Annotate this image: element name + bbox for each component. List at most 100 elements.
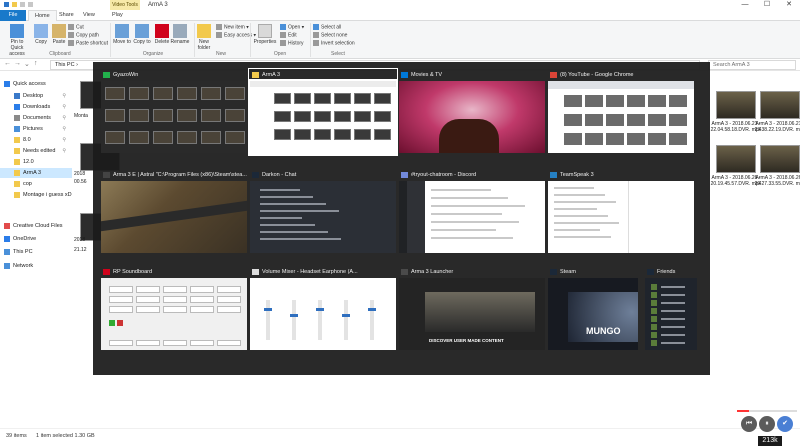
sound-slot[interactable] — [163, 286, 187, 293]
sound-slot[interactable] — [190, 286, 214, 293]
switcher-window-card[interactable]: TeamSpeak 3 — [548, 170, 694, 254]
edit-button[interactable]: Edit — [280, 32, 297, 38]
nav-item[interactable]: 12.0 — [0, 157, 72, 167]
close-button[interactable]: ✕ — [778, 0, 800, 10]
tab-share[interactable]: Share — [53, 10, 80, 21]
tab-play[interactable]: Play — [106, 10, 129, 21]
qat-dropdown-icon[interactable] — [28, 2, 33, 7]
switcher-window-card[interactable]: #tryout-chatroom - Discord — [399, 170, 545, 254]
switcher-window-preview[interactable]: DISCOVER USER MADE CONTENT — [399, 278, 545, 350]
config-button[interactable] — [136, 340, 160, 346]
volume-slider-track[interactable] — [344, 300, 348, 340]
nav-item[interactable]: Downloads ⚲ — [0, 102, 72, 112]
sound-slot[interactable] — [190, 306, 214, 313]
switcher-window-card[interactable]: Volume Mixer - Headset Earphone (A... — [250, 267, 396, 351]
volume-slider-thumb[interactable] — [316, 308, 324, 311]
file-name[interactable]: ArmA 3 - 2018.06.26 - 20.27.33.55.DVR. m… — [754, 175, 800, 187]
new-folder-button[interactable]: New folder — [196, 24, 212, 51]
recent-dropdown-icon[interactable]: ⌄ — [24, 60, 30, 68]
back-icon[interactable]: ← — [4, 60, 11, 67]
rename-button[interactable]: Rename — [170, 24, 190, 45]
switcher-window-card[interactable]: ArmA 3 — [248, 68, 398, 156]
video-thumbnail[interactable] — [716, 145, 756, 173]
nav-item[interactable]: ArmA 3 — [0, 168, 72, 178]
config-button[interactable] — [163, 340, 187, 346]
nav-item[interactable]: Network — [0, 261, 72, 271]
search-input[interactable]: Search ArmA 3 — [708, 60, 796, 70]
config-button[interactable] — [217, 340, 241, 346]
file-name[interactable]: ArmA 3 - 2018.06.21 - 23.38.22.19.DVR. m… — [754, 121, 800, 133]
switcher-window-preview[interactable] — [250, 181, 396, 253]
video-thumbnail[interactable] — [760, 145, 800, 173]
open-button[interactable]: Open ▾ — [280, 24, 304, 30]
history-button[interactable]: History — [280, 40, 304, 46]
pin-quick-access-button[interactable]: Pin to Quick access — [4, 24, 30, 57]
maximize-button[interactable]: ☐ — [756, 0, 778, 10]
sound-slot[interactable] — [163, 296, 187, 303]
sound-slot[interactable] — [163, 306, 187, 313]
switcher-window-card[interactable]: Darkon - Chat — [250, 170, 396, 254]
sound-slot[interactable] — [136, 286, 160, 293]
nav-item[interactable]: This PC — [0, 247, 72, 257]
nav-item[interactable]: 8.0 ⚲ — [0, 135, 72, 145]
switcher-window-card[interactable]: (8) YouTube - Google Chrome — [548, 70, 694, 154]
pause-icon[interactable]: ⏸ — [759, 416, 775, 432]
tab-view[interactable]: View — [77, 10, 101, 21]
nav-item[interactable]: OneDrive — [0, 234, 72, 244]
switcher-window-card[interactable]: GyazoWin — [101, 70, 247, 154]
forward-icon[interactable]: → — [14, 60, 21, 67]
volume-slider-track[interactable] — [318, 300, 322, 340]
volume-slider-track[interactable] — [370, 300, 374, 340]
sound-slot[interactable] — [109, 296, 133, 303]
switcher-window-preview[interactable] — [101, 278, 247, 350]
minimize-button[interactable]: — — [734, 0, 756, 10]
sound-slot[interactable] — [136, 306, 160, 313]
sound-slot[interactable] — [136, 296, 160, 303]
properties-button[interactable]: Properties — [252, 24, 278, 45]
nav-item[interactable]: cop — [0, 179, 72, 189]
switcher-window-preview[interactable] — [101, 181, 247, 253]
move-to-button[interactable]: Move to — [113, 24, 131, 45]
nav-item[interactable]: Quick access — [0, 79, 72, 89]
switcher-window-card[interactable]: Steam MUNGO — [548, 267, 638, 351]
save-icon[interactable] — [4, 2, 9, 7]
select-none-button[interactable]: Select none — [313, 32, 347, 38]
copy-to-button[interactable]: Copy to — [133, 24, 151, 45]
tab-file[interactable]: File — [0, 10, 26, 21]
nav-item[interactable]: Documents ⚲ — [0, 113, 72, 123]
invert-selection-button[interactable]: Invert selection — [313, 40, 355, 46]
switcher-window-preview[interactable] — [399, 181, 545, 253]
video-thumbnail[interactable] — [760, 91, 800, 119]
volume-slider-thumb[interactable] — [368, 308, 376, 311]
switcher-window-preview[interactable] — [399, 81, 545, 153]
sound-slot[interactable] — [190, 296, 214, 303]
switcher-window-preview[interactable] — [250, 278, 396, 350]
sound-slot[interactable] — [217, 296, 241, 303]
switcher-window-preview[interactable]: MUNGO — [548, 278, 638, 350]
nav-item[interactable]: Desktop ⚲ — [0, 91, 72, 101]
paste-button[interactable]: Paste — [51, 24, 67, 45]
switcher-window-card[interactable]: Movies & TV — [399, 70, 545, 154]
folder-icon[interactable] — [12, 2, 17, 7]
nav-item[interactable]: Montage i guess xD — [0, 190, 72, 200]
nav-item[interactable]: Creative Cloud Files — [0, 221, 72, 231]
copy-path-button[interactable]: Copy path — [68, 32, 99, 38]
previous-icon[interactable]: ⏮ — [741, 416, 757, 432]
cut-button[interactable]: Cut — [68, 24, 84, 30]
playback-progress[interactable] — [737, 410, 797, 412]
volume-slider-thumb[interactable] — [264, 308, 272, 311]
undo-icon[interactable] — [20, 2, 25, 7]
delete-button[interactable]: Delete — [153, 24, 171, 45]
copy-button[interactable]: Copy — [33, 24, 49, 45]
nav-item[interactable]: Needs edited ⚲ — [0, 146, 72, 156]
sound-slot[interactable] — [217, 306, 241, 313]
new-item-button[interactable]: New item ▾ — [216, 24, 249, 30]
volume-slider-thumb[interactable] — [290, 314, 298, 317]
sound-slot[interactable] — [109, 306, 133, 313]
sound-slot[interactable] — [109, 286, 133, 293]
check-icon[interactable]: ✔ — [777, 416, 793, 432]
select-all-button[interactable]: Select all — [313, 24, 341, 30]
volume-slider-track[interactable] — [292, 300, 296, 340]
switcher-window-card[interactable]: RP Soundboard — [101, 267, 247, 351]
switcher-window-preview[interactable] — [101, 81, 247, 153]
